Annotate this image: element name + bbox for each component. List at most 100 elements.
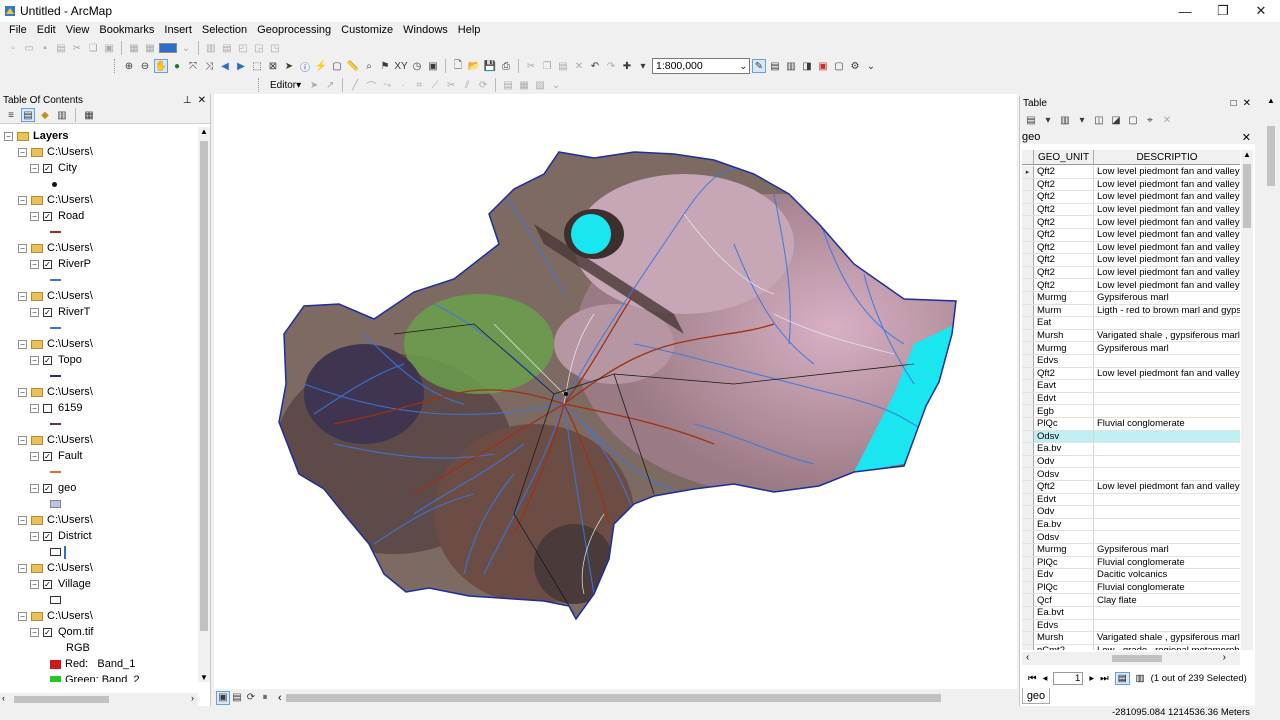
menu-selection[interactable]: Selection: [197, 24, 252, 36]
print-document-icon[interactable]: ⎙: [499, 59, 513, 73]
select-features-icon[interactable]: ⬚: [250, 59, 264, 73]
pin-icon[interactable]: ⊥: [183, 95, 192, 106]
cell-geo-unit[interactable]: Ea.bv: [1034, 518, 1094, 531]
cell-descriptio[interactable]: [1094, 430, 1240, 443]
row-selector[interactable]: [1022, 216, 1034, 228]
layer-visibility-checkbox[interactable]: ✓: [43, 451, 52, 461]
cell-geo-unit[interactable]: PlQc: [1034, 581, 1094, 594]
forward-extent-icon[interactable]: ▶: [234, 59, 248, 73]
scroll-left-icon[interactable]: ‹: [1026, 652, 1029, 663]
scroll-up-icon[interactable]: ▲: [1267, 96, 1275, 105]
cell-descriptio[interactable]: Gypsiferous marl: [1094, 292, 1240, 304]
toc-layer-road[interactable]: − ✓ Road: [30, 209, 84, 223]
table-row[interactable]: Murmg Gypsiferous marl: [1022, 292, 1240, 305]
add-data-chevron-icon[interactable]: ▾: [636, 59, 650, 73]
cell-descriptio[interactable]: [1094, 456, 1240, 468]
paste-tool-icon[interactable]: ▤: [556, 59, 570, 73]
toc-options-icon[interactable]: ▦: [82, 108, 96, 122]
row-selector-header[interactable]: [1022, 150, 1034, 164]
table-row[interactable]: Qft2 Low level piedmont fan and valley te: [1022, 367, 1240, 381]
measure-icon[interactable]: 📏: [346, 59, 360, 73]
cell-geo-unit[interactable]: Ea.bvt: [1034, 607, 1094, 619]
toolbar-grip[interactable]: [258, 78, 261, 92]
toc-root-layers[interactable]: − Layers: [4, 129, 68, 143]
layout-view-icon[interactable]: ▤: [230, 691, 244, 705]
cell-geo-unit[interactable]: Murmg: [1034, 544, 1094, 556]
cell-descriptio[interactable]: Clay flate: [1094, 594, 1240, 606]
delete-selected-icon[interactable]: ✕: [1160, 113, 1174, 127]
table-row[interactable]: Edvs: [1022, 619, 1240, 633]
current-record-field[interactable]: 1: [1053, 671, 1084, 685]
row-selector[interactable]: [1022, 455, 1034, 468]
cell-descriptio[interactable]: Low level piedmont fan and valley te: [1094, 368, 1240, 380]
layer-visibility-checkbox[interactable]: ✓: [43, 531, 52, 541]
pause-drawing-icon[interactable]: ⏸: [258, 691, 272, 705]
table-row[interactable]: Odv: [1022, 506, 1240, 519]
delete-icon[interactable]: ✕: [572, 59, 586, 73]
row-selector[interactable]: [1022, 229, 1034, 241]
previous-record-icon[interactable]: ◂: [1043, 673, 1048, 684]
collapse-icon[interactable]: −: [18, 243, 27, 253]
cell-geo-unit[interactable]: Qft2: [1034, 241, 1094, 254]
row-selector[interactable]: [1022, 594, 1034, 606]
table-row[interactable]: Qft2 Low level piedmont fan and valley te: [1022, 229, 1240, 242]
cell-descriptio[interactable]: Gypsiferous marl: [1094, 342, 1240, 354]
search-tool-icon[interactable]: ◨: [800, 59, 814, 73]
list-by-source-icon[interactable]: ▤: [21, 108, 35, 122]
collapse-icon[interactable]: −: [18, 195, 27, 205]
copy-tool-icon[interactable]: ❐: [540, 59, 554, 73]
row-selector[interactable]: [1022, 191, 1034, 203]
collapse-icon[interactable]: −: [30, 355, 39, 365]
layer-visibility-checkbox[interactable]: ✓: [43, 163, 52, 173]
table-row[interactable]: Qft2 Low level piedmont fan and valley te: [1022, 216, 1240, 229]
straight-segment-icon[interactable]: ╱: [348, 78, 362, 92]
cell-descriptio[interactable]: [1094, 443, 1240, 455]
cell-geo-unit[interactable]: Qft2: [1034, 367, 1094, 380]
table-row[interactable]: Qft2 Low level piedmont fan and valley te: [1022, 178, 1240, 192]
toc-layer-fault[interactable]: − ✓ Fault: [30, 449, 82, 463]
open-icon[interactable]: ▭: [22, 41, 36, 55]
show-all-records-icon[interactable]: ▤: [1114, 671, 1130, 685]
cell-descriptio[interactable]: [1094, 620, 1240, 632]
zoom-out-icon[interactable]: ⊖: [138, 59, 152, 73]
table-row[interactable]: Murmg Gypsiferous marl: [1022, 544, 1240, 557]
table-options-chevron-icon[interactable]: ▾: [1041, 113, 1055, 127]
cell-geo-unit[interactable]: Qft2: [1034, 229, 1094, 241]
toolbar-grip[interactable]: [114, 59, 117, 73]
cell-geo-unit[interactable]: Qft2: [1034, 279, 1094, 291]
layer-visibility-checkbox[interactable]: ✓: [43, 307, 52, 317]
row-selector[interactable]: [1022, 317, 1034, 329]
table-hscroll-thumb[interactable]: [1112, 655, 1162, 662]
row-selector[interactable]: ▸: [1022, 166, 1034, 178]
scroll-left-icon[interactable]: ‹: [278, 692, 282, 704]
menu-help[interactable]: Help: [453, 24, 486, 36]
row-selector[interactable]: [1022, 241, 1034, 254]
table-row[interactable]: Qft2 Low level piedmont fan and valley te: [1022, 241, 1240, 255]
scroll-right-icon[interactable]: ›: [1223, 652, 1226, 663]
collapse-icon[interactable]: −: [30, 259, 39, 269]
toc-scroll-thumb[interactable]: [200, 141, 208, 631]
layer-visibility-checkbox[interactable]: ✓: [43, 627, 52, 637]
undo-icon[interactable]: ↶: [588, 59, 602, 73]
toc-layer-rivert[interactable]: − ✓ RiverT: [30, 305, 90, 319]
table-scroll-thumb[interactable]: [1243, 164, 1251, 228]
row-selector[interactable]: [1022, 481, 1034, 493]
menu-file[interactable]: File: [4, 24, 32, 36]
collapse-icon[interactable]: −: [30, 403, 39, 413]
show-selected-records-icon[interactable]: ▥: [1136, 673, 1145, 684]
collapse-icon[interactable]: −: [18, 147, 27, 157]
table-of-contents-icon[interactable]: ▤: [768, 59, 782, 73]
table-options-icon[interactable]: ▤: [1024, 113, 1038, 127]
color-swatch-button[interactable]: [159, 43, 177, 53]
toc-vertical-scrollbar[interactable]: ▲ ▼: [198, 127, 210, 682]
row-selector[interactable]: [1022, 292, 1034, 304]
toc-close-icon[interactable]: ✕: [198, 95, 206, 106]
table-row[interactable]: ▸ Qft2 Low level piedmont fan and valley t…: [1022, 166, 1240, 179]
cell-descriptio[interactable]: [1094, 317, 1240, 329]
more-tools-chevron-icon[interactable]: ⌄: [864, 59, 878, 73]
goto-xy-icon[interactable]: XY: [394, 59, 408, 73]
map-view[interactable]: [214, 94, 1017, 689]
add-data-icon[interactable]: ✚: [620, 59, 634, 73]
minimize-button[interactable]: —: [1166, 0, 1204, 22]
city-point[interactable]: [564, 392, 568, 396]
